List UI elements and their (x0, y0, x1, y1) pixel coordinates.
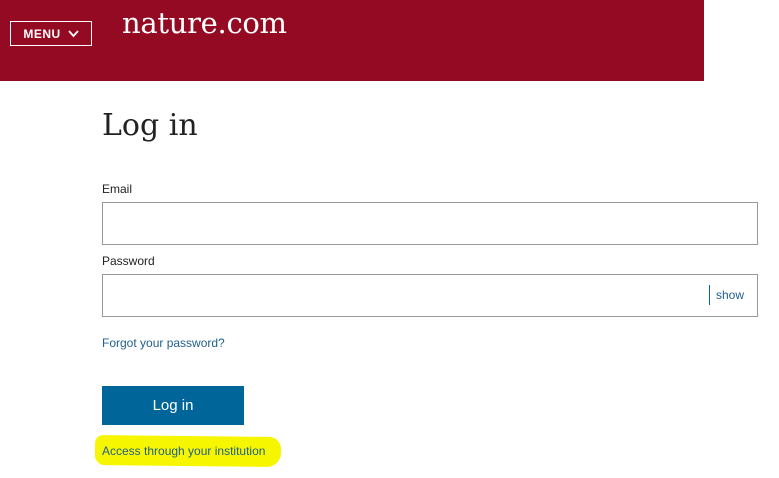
chevron-down-icon (68, 29, 79, 37)
forgot-password-link[interactable]: Forgot your password? (102, 336, 225, 350)
password-field[interactable] (102, 274, 758, 317)
page-title: Log in (102, 108, 198, 143)
menu-button-label: MENU (23, 26, 61, 41)
menu-button[interactable]: MENU (10, 21, 92, 46)
login-button[interactable]: Log in (102, 386, 244, 425)
institution-access-link[interactable]: Access through your institution (102, 444, 265, 458)
site-logo[interactable]: nature.com (122, 6, 287, 40)
email-label: Email (102, 182, 133, 196)
email-field[interactable] (102, 202, 758, 245)
show-divider (709, 285, 710, 305)
site-header: MENU nature.com (0, 0, 704, 81)
show-password-button[interactable]: show (716, 288, 744, 302)
password-label: Password (102, 254, 155, 268)
